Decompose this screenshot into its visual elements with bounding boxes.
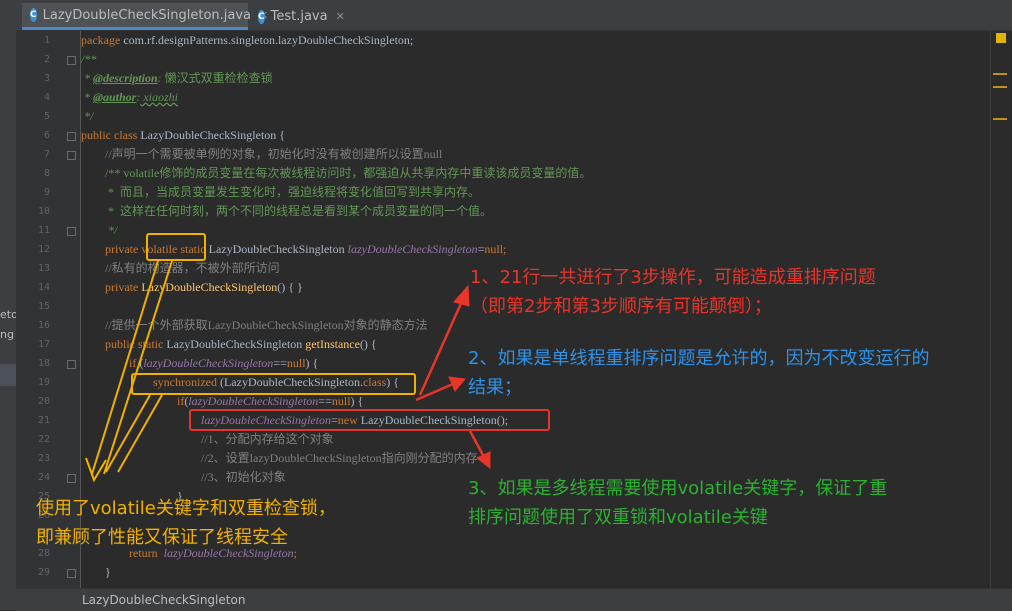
line-number: 23 xyxy=(37,453,50,464)
code-line-13: //私有的构造器，不被外部所访问 xyxy=(105,261,280,275)
line-number: 6 xyxy=(43,130,50,141)
close-icon[interactable]: ✕ xyxy=(336,10,345,23)
code-line-4: * @author: xiaozhi xyxy=(81,90,179,104)
line-number: 4 xyxy=(43,92,50,103)
line-number: 1 xyxy=(43,35,50,46)
line-number: 13 xyxy=(37,263,50,274)
line-number: 19 xyxy=(37,377,50,388)
line-number: 12 xyxy=(37,244,50,255)
code-line-9: * 而且，当成员变量发生变化时，强迫线程将变化值回写到共享内存。 xyxy=(105,185,481,199)
warning-stripe-mark[interactable] xyxy=(993,73,1007,75)
line-number: 3 xyxy=(43,73,50,84)
line-number: 5 xyxy=(43,111,50,122)
annotation-note-2: 2、如果是单线程重排序问题是允许的，因为不改变运行的 结果； xyxy=(468,348,930,398)
warning-stripe-mark[interactable] xyxy=(993,118,1007,120)
code-line-17: public static LazyDoubleCheckSingleton g… xyxy=(105,337,377,351)
warning-stripe-mark[interactable] xyxy=(993,86,1007,88)
class-c-icon: C xyxy=(258,9,265,24)
fold-marker-icon[interactable] xyxy=(67,227,76,236)
line-number: 7 xyxy=(43,149,50,160)
line-number: 14 xyxy=(37,282,50,293)
breadcrumb-class[interactable]: LazyDoubleCheckSingleton xyxy=(82,589,245,611)
code-line-29: } xyxy=(105,565,111,579)
fold-marker-icon[interactable] xyxy=(67,132,76,141)
line-number: 18 xyxy=(37,358,50,369)
line-number: 15 xyxy=(37,301,50,312)
project-panel-selection xyxy=(0,364,16,386)
code-line-22: //1、分配内存给这个对象 xyxy=(201,432,334,446)
line-number: 9 xyxy=(43,187,50,198)
code-line-11: */ xyxy=(105,223,118,237)
project-panel-edge[interactable]: eto ng xyxy=(0,0,18,610)
editor-tab-bar: C LazyDoubleCheckSingleton.java ✕ C Test… xyxy=(16,0,1012,31)
fold-marker-icon[interactable] xyxy=(67,360,76,369)
fold-marker-icon[interactable] xyxy=(67,56,76,65)
volatile-highlight-box xyxy=(146,233,206,261)
code-line-10: * 这样在任何时刻，两个不同的线程总是看到某个成员变量的同一个值。 xyxy=(105,204,493,218)
fold-marker-icon[interactable] xyxy=(67,569,76,578)
code-line-7: //声明一个需要被单例的对象，初始化时没有被创建所以设置null xyxy=(105,147,443,161)
code-line-16: //提供一个外部获取LazyDoubleCheckSingleton对象的静态方… xyxy=(105,318,428,332)
line-number: 11 xyxy=(37,225,50,236)
class-c-icon: C xyxy=(30,8,37,22)
code-line-8: /** volatile修饰的成员变量在每次被线程访问时，都强迫从共享内存中重读… xyxy=(105,166,592,180)
project-tree-fragment[interactable]: ng xyxy=(0,328,14,341)
line-number: 22 xyxy=(37,434,50,445)
code-line-24: //3、初始化对象 xyxy=(201,470,286,484)
fold-marker-icon[interactable] xyxy=(67,474,76,483)
editor-scrollbar[interactable] xyxy=(990,31,1012,588)
code-line-6: public class LazyDoubleCheckSingleton { xyxy=(81,128,286,142)
breadcrumb-bar: LazyDoubleCheckSingleton xyxy=(16,588,1012,611)
annotation-note-1: 1、21行一共进行了3步操作，可能造成重排序问题 （即第2步和第3步顺序有可能颠倒… xyxy=(470,267,876,317)
code-line-3: * @description: 懒汉式双重检检查锁 xyxy=(81,71,273,85)
tab-label: LazyDoubleCheckSingleton.java xyxy=(42,7,252,23)
line-number: 21 xyxy=(37,415,50,426)
line-number: 8 xyxy=(43,168,50,179)
line-number: 2 xyxy=(43,54,50,65)
code-line-5: */ xyxy=(81,109,94,123)
line-number: 29 xyxy=(37,567,50,578)
annotation-note-4: 使用了volatile关键字和双重检查锁， 即兼顾了性能又保证了线程安全 xyxy=(36,498,336,548)
line-number: 10 xyxy=(37,206,50,217)
line-number: 17 xyxy=(37,339,50,350)
inspection-status-icon[interactable] xyxy=(996,33,1006,43)
fold-marker-icon[interactable] xyxy=(67,151,76,160)
annotation-note-3: 3、如果是多线程需要使用volatile关键字，保证了重 排序问题使用了双重锁和v… xyxy=(468,478,888,528)
code-line-14: private LazyDoubleCheckSingleton() { } xyxy=(105,280,303,294)
tab-test[interactable]: C Test.java ✕ xyxy=(250,3,352,30)
new-instance-highlight-box xyxy=(189,409,550,431)
code-line-23: //2、设置lazyDoubleCheckSingleton指向刚分配的内存 xyxy=(201,451,478,465)
line-number: 16 xyxy=(37,320,50,331)
code-line-1: package com.rf.designPatterns.singleton.… xyxy=(81,33,414,47)
tab-label: Test.java xyxy=(270,9,328,24)
code-line-2: /** xyxy=(81,52,97,66)
line-number: 24 xyxy=(37,472,50,483)
tab-lazy-double-check-singleton[interactable]: C LazyDoubleCheckSingleton.java ✕ xyxy=(22,3,268,30)
code-line-18: if (lazyDoubleCheckSingleton==null) { xyxy=(129,356,319,370)
synchronized-highlight-box xyxy=(131,373,416,395)
line-number: 20 xyxy=(37,396,50,407)
